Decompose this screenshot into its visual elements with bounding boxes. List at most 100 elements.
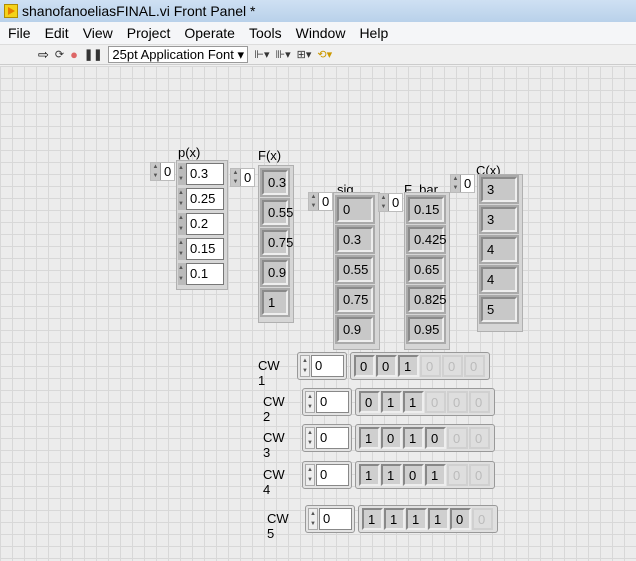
f-bar-element: 0.15	[408, 197, 444, 222]
index-value[interactable]: 0	[316, 464, 349, 486]
index-value[interactable]: 0	[311, 355, 344, 377]
index-spinner[interactable]: ▲ ▼	[231, 169, 241, 186]
codeword-bits-array: 111100	[358, 505, 498, 533]
index-value[interactable]: 0	[316, 427, 349, 449]
bit-element: 1	[359, 427, 380, 449]
font-select[interactable]: 25pt Application Font ▾	[108, 46, 249, 63]
menu-operate[interactable]: Operate	[184, 25, 235, 41]
bit-element: 0	[450, 508, 471, 530]
front-panel-canvas: p(x) ▲ ▼ 0 ▲ ▼ 0.3 ▲ ▼ 0.25 ▲ ▼ 0.2 ▲ ▼ 0.15 ▲ ▼ 0.1 F(x) ▲ ▼…	[0, 66, 636, 561]
bit-element: 1	[359, 464, 380, 486]
p-x-element[interactable]: 0.15	[186, 238, 224, 260]
codeword-label: CW 2	[263, 394, 285, 424]
p-x-element[interactable]: 0.1	[186, 263, 224, 285]
c-x-element: 3	[481, 177, 517, 202]
bit-element: 1	[398, 355, 419, 377]
bit-element: 0	[425, 391, 446, 413]
p-x-element[interactable]: 0.3	[186, 163, 224, 185]
sig-element: 0	[337, 197, 373, 222]
bit-element: 0	[425, 427, 446, 449]
toolbar: ⇨ ⟳ ● ❚❚ 25pt Application Font ▾ ⊩▾ ⊪▾ ⊞…	[0, 45, 636, 65]
window-title: shanofanoeliasFINAL.vi Front Panel *	[22, 3, 256, 19]
menu-view[interactable]: View	[83, 25, 113, 41]
codeword-bits-array: 011000	[355, 388, 495, 416]
index-spinner[interactable]: ▲ ▼	[305, 427, 315, 449]
abort-icon[interactable]: ●	[70, 47, 78, 62]
menu-project[interactable]: Project	[127, 25, 171, 41]
bit-element: 0	[472, 508, 493, 530]
pause-icon[interactable]: ❚❚	[84, 48, 102, 61]
codeword-index-display[interactable]: ▲ ▼ 0	[302, 388, 352, 416]
bit-element: 1	[425, 464, 446, 486]
index-spinner[interactable]: ▲ ▼	[305, 391, 315, 413]
p-x-index-display[interactable]: ▲ ▼ 0	[150, 162, 176, 181]
codeword-label: CW 3	[263, 430, 285, 460]
f-bar-index-display[interactable]: ▲ ▼ 0	[378, 193, 404, 212]
title-bar: shanofanoeliasFINAL.vi Front Panel *	[0, 0, 636, 22]
p-x-element[interactable]: 0.2	[186, 213, 224, 235]
bit-element: 0	[420, 355, 441, 377]
index-value[interactable]: 0	[319, 193, 332, 210]
f-bar-element: 0.95	[408, 317, 444, 342]
bit-element: 0	[376, 355, 397, 377]
bit-element: 1	[384, 508, 405, 530]
index-value[interactable]: 0	[316, 391, 349, 413]
sig-element: 0.9	[337, 317, 373, 342]
menu-help[interactable]: Help	[359, 25, 388, 41]
index-value[interactable]: 0	[241, 169, 254, 186]
sig-element: 0.75	[337, 287, 373, 312]
menu-window[interactable]: Window	[296, 25, 346, 41]
index-value[interactable]: 0	[461, 175, 474, 192]
index-spinner[interactable]: ▲ ▼	[300, 355, 310, 377]
bit-element: 1	[428, 508, 449, 530]
index-spinner[interactable]: ▲ ▼	[305, 464, 315, 486]
run-arrow-icon[interactable]: ⇨	[38, 47, 49, 63]
resize-objects-icon[interactable]: ⊞▾	[297, 48, 312, 61]
menu-tools[interactable]: Tools	[249, 25, 282, 41]
menu-edit[interactable]: Edit	[45, 25, 69, 41]
bit-element: 0	[464, 355, 485, 377]
index-spinner[interactable]: ▲ ▼	[451, 175, 461, 192]
bit-element: 0	[469, 464, 490, 486]
codeword-index-display[interactable]: ▲ ▼ 0	[297, 352, 347, 380]
align-objects-icon[interactable]: ⊩▾	[254, 48, 269, 61]
bit-element: 1	[406, 508, 427, 530]
f-x-element: 1	[262, 290, 288, 315]
index-value[interactable]: 0	[389, 194, 402, 211]
codeword-index-display[interactable]: ▲ ▼ 0	[302, 424, 352, 452]
index-spinner[interactable]: ▲ ▼	[308, 508, 318, 530]
menu-file[interactable]: File	[8, 25, 31, 41]
bit-element: 0	[403, 464, 424, 486]
element-spinner[interactable]: ▲ ▼	[178, 263, 186, 285]
c-x-index-display[interactable]: ▲ ▼ 0	[450, 174, 476, 193]
codeword-index-display[interactable]: ▲ ▼ 0	[305, 505, 355, 533]
index-value[interactable]: 0	[161, 163, 174, 180]
bit-element: 1	[403, 391, 424, 413]
element-spinner[interactable]: ▲ ▼	[178, 188, 186, 210]
bit-element: 0	[359, 391, 380, 413]
index-spinner[interactable]: ▲ ▼	[151, 163, 161, 180]
f-x-element: 0.3	[262, 170, 288, 195]
bit-element: 0	[447, 391, 468, 413]
element-spinner[interactable]: ▲ ▼	[178, 238, 186, 260]
codeword-index-display[interactable]: ▲ ▼ 0	[302, 461, 352, 489]
sig-element: 0.55	[337, 257, 373, 282]
element-spinner[interactable]: ▲ ▼	[178, 213, 186, 235]
reorder-icon[interactable]: ⟲▾	[317, 48, 332, 61]
index-spinner[interactable]: ▲ ▼	[379, 194, 389, 211]
codeword-bits-array: 001000	[350, 352, 490, 380]
bit-element: 0	[381, 427, 402, 449]
bit-element: 1	[381, 391, 402, 413]
bit-element: 0	[447, 464, 468, 486]
sig-index-display[interactable]: ▲ ▼ 0	[308, 192, 334, 211]
menu-bar: File Edit View Project Operate Tools Window Hel…	[0, 22, 636, 45]
distribute-objects-icon[interactable]: ⊪▾	[276, 48, 291, 61]
c-x-element: 4	[481, 267, 517, 292]
f-bar-element: 0.65	[408, 257, 444, 282]
run-continuously-icon[interactable]: ⟳	[55, 48, 64, 61]
index-spinner[interactable]: ▲ ▼	[309, 193, 319, 210]
index-value[interactable]: 0	[319, 508, 352, 530]
element-spinner[interactable]: ▲ ▼	[178, 163, 186, 185]
p-x-element[interactable]: 0.25	[186, 188, 224, 210]
f-x-index-display[interactable]: ▲ ▼ 0	[230, 168, 256, 187]
